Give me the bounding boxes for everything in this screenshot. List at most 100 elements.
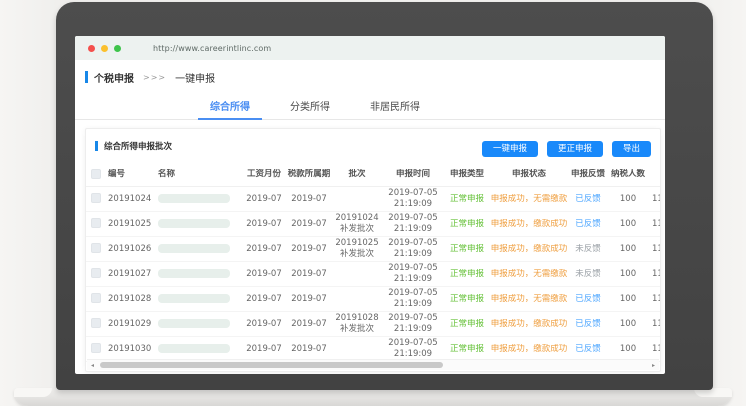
column-header: 税款所属期: [286, 169, 332, 180]
batch-table: 编号名称工资月份税款所属期批次申报时间申报类型申报状态申报反馈纳税人数 2019…: [86, 163, 661, 362]
cell-declare-time: 2019-07-05 21:19:09: [382, 188, 444, 209]
header-checkbox-cell: [86, 169, 106, 180]
one-click-declare-button[interactable]: 一键申报: [482, 141, 538, 157]
cell-clipped-value: 11: [648, 219, 661, 230]
cell-declare-status: 申报成功，缴款成功: [490, 319, 568, 330]
redacted-name-pill: [158, 294, 230, 303]
cell-name: [154, 294, 242, 305]
batch-panel: 综合所得申报批次 一键申报更正申报导出 编号名称工资月份税款所属期批次申报时间申…: [85, 128, 661, 372]
row-checkbox[interactable]: [91, 343, 101, 353]
cell-feedback[interactable]: 已反馈: [568, 294, 608, 305]
column-header: 申报类型: [444, 169, 490, 180]
row-checkbox-cell: [86, 343, 106, 354]
row-checkbox[interactable]: [91, 243, 101, 253]
window-close-button[interactable]: [88, 45, 95, 52]
correction-declare-button[interactable]: 更正申报: [547, 141, 603, 157]
row-checkbox[interactable]: [91, 268, 101, 278]
select-all-checkbox[interactable]: [91, 169, 101, 179]
cell-supplement-batch: 20191028 补发批次: [332, 313, 382, 334]
cell-clipped-value: 11: [648, 294, 661, 305]
cell-feedback[interactable]: 已反馈: [568, 194, 608, 205]
horizontal-scrollbar[interactable]: ◂ ▸: [87, 359, 659, 370]
cell-name: [154, 244, 242, 255]
redacted-name-pill: [158, 219, 230, 228]
cell-declare-time: 2019-07-05 21:19:09: [382, 313, 444, 334]
table-row: 20191028 2019-072019-07 2019-07-05 21:19:0…: [86, 287, 661, 312]
cell-declare-time: 2019-07-05 21:19:09: [382, 213, 444, 234]
cell-salary-month: 2019-07: [242, 269, 286, 280]
cell-salary-month: 2019-07: [242, 244, 286, 255]
cell-feedback[interactable]: 未反馈: [568, 269, 608, 280]
row-checkbox-cell: [86, 193, 106, 204]
cell-tax-period: 2019-07: [286, 269, 332, 280]
window-minimize-button[interactable]: [101, 45, 108, 52]
cell-tax-period: 2019-07: [286, 319, 332, 330]
cell-name: [154, 219, 242, 230]
row-checkbox-cell: [86, 218, 106, 229]
cell-clipped-value: 11: [648, 344, 661, 355]
column-header: 申报状态: [490, 169, 568, 180]
table-row: 201910252019-072019-0720191024 补发批次2019-…: [86, 212, 661, 237]
cell-feedback[interactable]: 未反馈: [568, 244, 608, 255]
cell-batch-id: 20191028: [106, 294, 154, 305]
panel-title: 综合所得申报批次: [104, 140, 172, 152]
export-button[interactable]: 导出: [612, 141, 651, 157]
cell-salary-month: 2019-07: [242, 294, 286, 305]
panel-accent-bar: [95, 141, 98, 151]
scrollbar-thumb[interactable]: [100, 362, 443, 368]
cell-batch-id: 20191029: [106, 319, 154, 330]
table-row: 201910292019-072019-0720191028 补发批次2019-…: [86, 312, 661, 337]
redacted-name-pill: [158, 269, 230, 278]
redacted-name-pill: [158, 244, 230, 253]
redacted-name-pill: [158, 319, 230, 328]
window-maximize-button[interactable]: [114, 45, 121, 52]
cell-feedback[interactable]: 已反馈: [568, 344, 608, 355]
cell-declare-type: 正常申报: [444, 344, 490, 355]
browser-address-bar[interactable]: http://www.careerintlinc.com: [75, 36, 665, 60]
tab-comprehensive-income[interactable]: 综合所得: [208, 88, 252, 119]
row-checkbox[interactable]: [91, 318, 101, 328]
cell-taxpayer-count: 100: [608, 244, 648, 255]
tab-nonresident-income[interactable]: 非居民所得: [368, 88, 422, 119]
scroll-right-arrow-icon[interactable]: ▸: [649, 361, 658, 370]
row-checkbox[interactable]: [91, 193, 101, 203]
row-checkbox-cell: [86, 293, 106, 304]
cell-supplement-batch: 20191024 补发批次: [332, 213, 382, 234]
section-accent-bar: [85, 71, 88, 83]
cell-declare-status: 申报成功，无需缴款: [490, 294, 568, 305]
row-checkbox[interactable]: [91, 218, 101, 228]
cell-taxpayer-count: 100: [608, 269, 648, 280]
cell-clipped-value: 11: [648, 269, 661, 280]
laptop-screen-bezel: http://www.careerintlinc.com 个税申报 >>> 一键…: [56, 2, 713, 390]
cell-batch-id: 20191030: [106, 344, 154, 355]
cell-feedback[interactable]: 已反馈: [568, 319, 608, 330]
cell-declare-type: 正常申报: [444, 244, 490, 255]
cell-name: [154, 344, 242, 355]
cell-taxpayer-count: 100: [608, 219, 648, 230]
cell-salary-month: 2019-07: [242, 194, 286, 205]
url-text[interactable]: http://www.careerintlinc.com: [153, 44, 271, 53]
cell-declare-status: 申报成功，无需缴款: [490, 194, 568, 205]
cell-taxpayer-count: 100: [608, 319, 648, 330]
column-header: 纳税人数: [608, 169, 648, 180]
column-header: 工资月份: [242, 169, 286, 180]
scroll-left-arrow-icon[interactable]: ◂: [88, 361, 97, 370]
tab-classified-income[interactable]: 分类所得: [288, 88, 332, 119]
laptop-mockup: http://www.careerintlinc.com 个税申报 >>> 一键…: [0, 0, 746, 406]
redacted-name-pill: [158, 344, 230, 353]
cell-declare-time: 2019-07-05 21:19:09: [382, 288, 444, 309]
cell-clipped-value: 11: [648, 319, 661, 330]
cell-tax-period: 2019-07: [286, 294, 332, 305]
row-checkbox-cell: [86, 243, 106, 254]
cell-name: [154, 269, 242, 280]
panel-actions: 一键申报更正申报导出: [473, 136, 651, 157]
cell-clipped-value: 11: [648, 194, 661, 205]
cell-supplement-batch: 20191025 补发批次: [332, 238, 382, 259]
cell-salary-month: 2019-07: [242, 344, 286, 355]
cell-tax-period: 2019-07: [286, 244, 332, 255]
laptop-base: [14, 388, 732, 406]
income-type-tabs: 综合所得 分类所得 非居民所得: [75, 88, 665, 120]
cell-feedback[interactable]: 已反馈: [568, 219, 608, 230]
row-checkbox[interactable]: [91, 293, 101, 303]
cell-declare-time: 2019-07-05 21:19:09: [382, 338, 444, 359]
